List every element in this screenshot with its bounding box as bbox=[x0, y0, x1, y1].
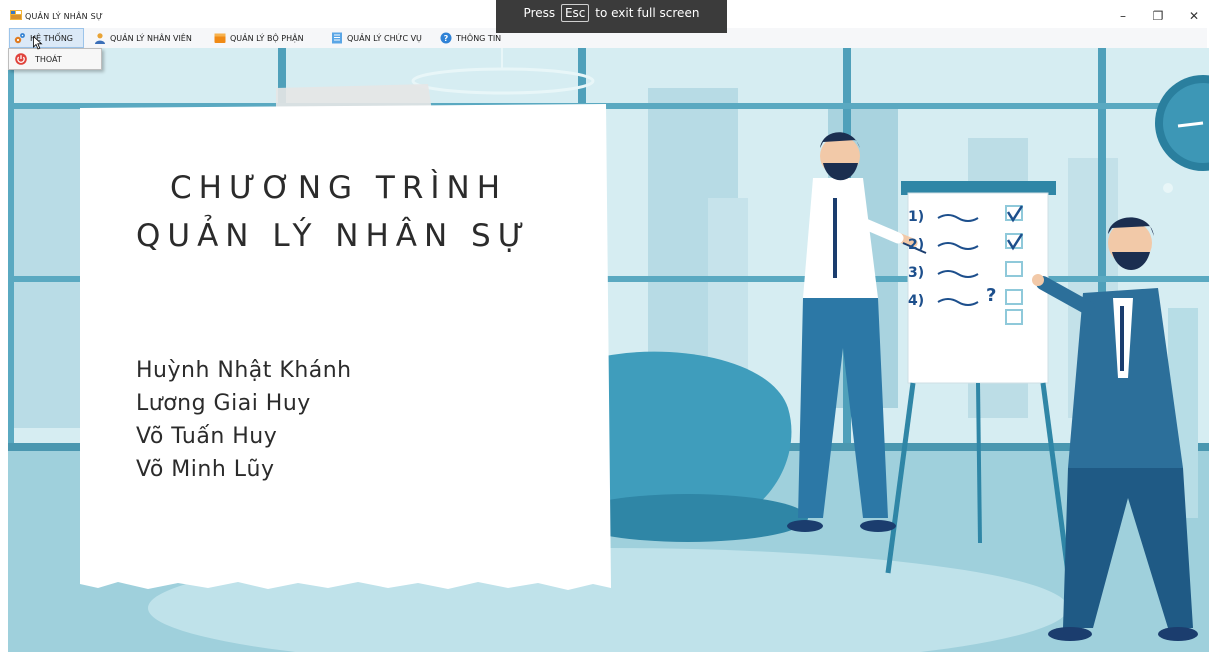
menu-quan-ly-nhan-vien[interactable]: QUẢN LÝ NHÂN VIÊN bbox=[92, 28, 192, 48]
gears-icon bbox=[14, 33, 25, 44]
mouse-cursor-icon bbox=[33, 36, 43, 50]
author-name: Võ Minh Lũy bbox=[136, 457, 275, 482]
menu-quan-ly-bo-phan[interactable]: QUẢN LÝ BỘ PHẬN bbox=[214, 28, 304, 48]
he-thong-dropdown: THOÁT bbox=[8, 48, 102, 70]
author-name: Lương Giai Huy bbox=[136, 391, 311, 416]
list-icon bbox=[332, 32, 342, 44]
flipchart-item-2: 2) bbox=[908, 237, 925, 253]
flipchart-item-3: 3) bbox=[908, 265, 925, 281]
fullscreen-notice-prefix: Press bbox=[523, 6, 556, 20]
minimize-button[interactable]: – bbox=[1110, 8, 1136, 24]
office-scene bbox=[8, 48, 1209, 652]
author-name: Huỳnh Nhật Khánh bbox=[136, 358, 352, 383]
flipchart-item-4: 4) bbox=[908, 293, 925, 309]
flipchart-item-1: 1) bbox=[908, 209, 925, 225]
info-icon: ? bbox=[440, 32, 452, 44]
menu-thong-tin[interactable]: ? THÔNG TIN bbox=[440, 28, 501, 48]
flipchart-question-mark: ? bbox=[986, 285, 997, 306]
menu-item-label: THOÁT bbox=[35, 54, 62, 64]
svg-text:?: ? bbox=[444, 34, 449, 43]
close-button[interactable]: ✕ bbox=[1181, 8, 1207, 24]
author-name: Võ Tuấn Huy bbox=[136, 424, 278, 449]
power-icon bbox=[15, 53, 27, 65]
menu-label: QUẢN LÝ NHÂN VIÊN bbox=[110, 33, 192, 43]
maximize-button[interactable]: ❐ bbox=[1145, 8, 1171, 24]
menu-he-thong[interactable]: HỆ THỐNG bbox=[9, 28, 84, 48]
menu-quan-ly-chuc-vu[interactable]: QUẢN LÝ CHỨC VỤ bbox=[331, 28, 422, 48]
fullscreen-notice-suffix: to exit full screen bbox=[595, 6, 700, 20]
card-title-line-1: CHƯƠNG TRÌNH bbox=[170, 170, 508, 206]
window-title: QUẢN LÝ NHÂN SỰ bbox=[25, 12, 103, 21]
user-icon bbox=[95, 33, 105, 44]
folder-icon bbox=[214, 33, 226, 43]
menu-label: THÔNG TIN bbox=[456, 33, 502, 43]
menu-label: QUẢN LÝ BỘ PHẬN bbox=[230, 33, 304, 43]
fullscreen-notice: Press Esc to exit full screen bbox=[496, 0, 727, 33]
card-title-line-2: QUẢN LÝ NHÂN SỰ bbox=[136, 218, 532, 254]
background-illustration bbox=[8, 48, 1209, 652]
menu-label: QUẢN LÝ CHỨC VỤ bbox=[347, 33, 422, 43]
menu-item-thoat[interactable]: THOÁT bbox=[9, 50, 101, 68]
app-icon bbox=[10, 10, 22, 20]
esc-key-badge: Esc bbox=[560, 4, 590, 22]
